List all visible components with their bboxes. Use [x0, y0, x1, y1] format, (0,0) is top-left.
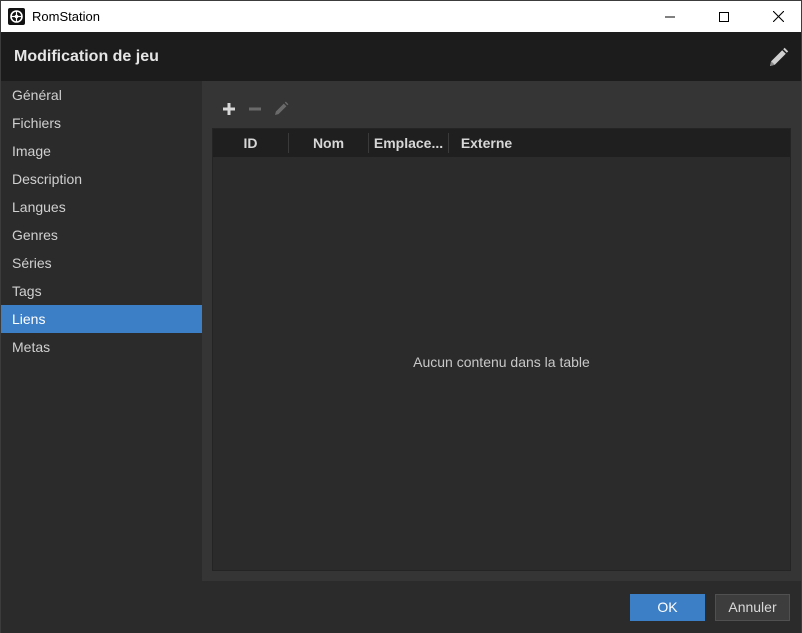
- sidebar-item-general[interactable]: Général: [1, 81, 202, 109]
- window-title: RomStation: [32, 9, 100, 24]
- close-icon: [772, 11, 784, 22]
- sidebar-item-series[interactable]: Séries: [1, 249, 202, 277]
- sidebar-item-label: Fichiers: [12, 115, 62, 131]
- column-header-nom[interactable]: Nom: [289, 129, 368, 157]
- column-header-externe[interactable]: Externe: [449, 129, 524, 157]
- ok-button[interactable]: OK: [630, 594, 705, 621]
- sidebar-item-fichiers[interactable]: Fichiers: [1, 109, 202, 137]
- minimize-button[interactable]: [647, 1, 693, 32]
- sidebar-item-image[interactable]: Image: [1, 137, 202, 165]
- sidebar-item-langues[interactable]: Langues: [1, 193, 202, 221]
- pencil-icon[interactable]: [273, 101, 289, 117]
- cancel-button[interactable]: Annuler: [715, 594, 790, 621]
- dialog-window: RomStation Modification de jeu Général F…: [0, 0, 802, 633]
- maximize-icon: [719, 11, 729, 22]
- close-button[interactable]: [755, 1, 801, 32]
- sidebar-item-label: Metas: [12, 339, 51, 355]
- maximize-button[interactable]: [701, 1, 747, 32]
- sidebar-item-label: Langues: [12, 199, 66, 215]
- page-title: Modification de jeu: [14, 48, 159, 65]
- pencil-icon[interactable]: [767, 47, 789, 69]
- minimize-icon: [665, 16, 675, 17]
- romstation-logo-icon: [8, 8, 25, 25]
- dialog-header: Modification de jeu: [1, 32, 801, 81]
- sidebar-item-label: Séries: [12, 255, 52, 271]
- sidebar-item-liens[interactable]: Liens: [1, 305, 202, 333]
- sidebar-item-tags[interactable]: Tags: [1, 277, 202, 305]
- sidebar-item-metas[interactable]: Metas: [1, 333, 202, 361]
- sidebar-item-label: Image: [12, 143, 51, 159]
- table-header: ID Nom Emplace... Externe: [213, 129, 790, 157]
- sidebar: Général Fichiers Image Description Langu…: [1, 81, 202, 581]
- sidebar-item-label: Général: [12, 87, 62, 103]
- sidebar-item-label: Liens: [12, 311, 46, 327]
- column-header-emplacement[interactable]: Emplace...: [369, 129, 448, 157]
- title-bar: RomStation: [1, 1, 801, 32]
- plus-icon[interactable]: [221, 101, 237, 117]
- sidebar-item-label: Tags: [12, 283, 42, 299]
- table-empty-message: Aucun contenu dans la table: [413, 354, 590, 370]
- minus-icon[interactable]: [247, 101, 263, 117]
- sidebar-item-label: Description: [12, 171, 83, 187]
- sidebar-item-description[interactable]: Description: [1, 165, 202, 193]
- sidebar-item-label: Genres: [12, 227, 58, 243]
- links-table: ID Nom Emplace... Externe Aucun contenu …: [212, 128, 791, 571]
- sidebar-item-genres[interactable]: Genres: [1, 221, 202, 249]
- column-header-id[interactable]: ID: [213, 129, 288, 157]
